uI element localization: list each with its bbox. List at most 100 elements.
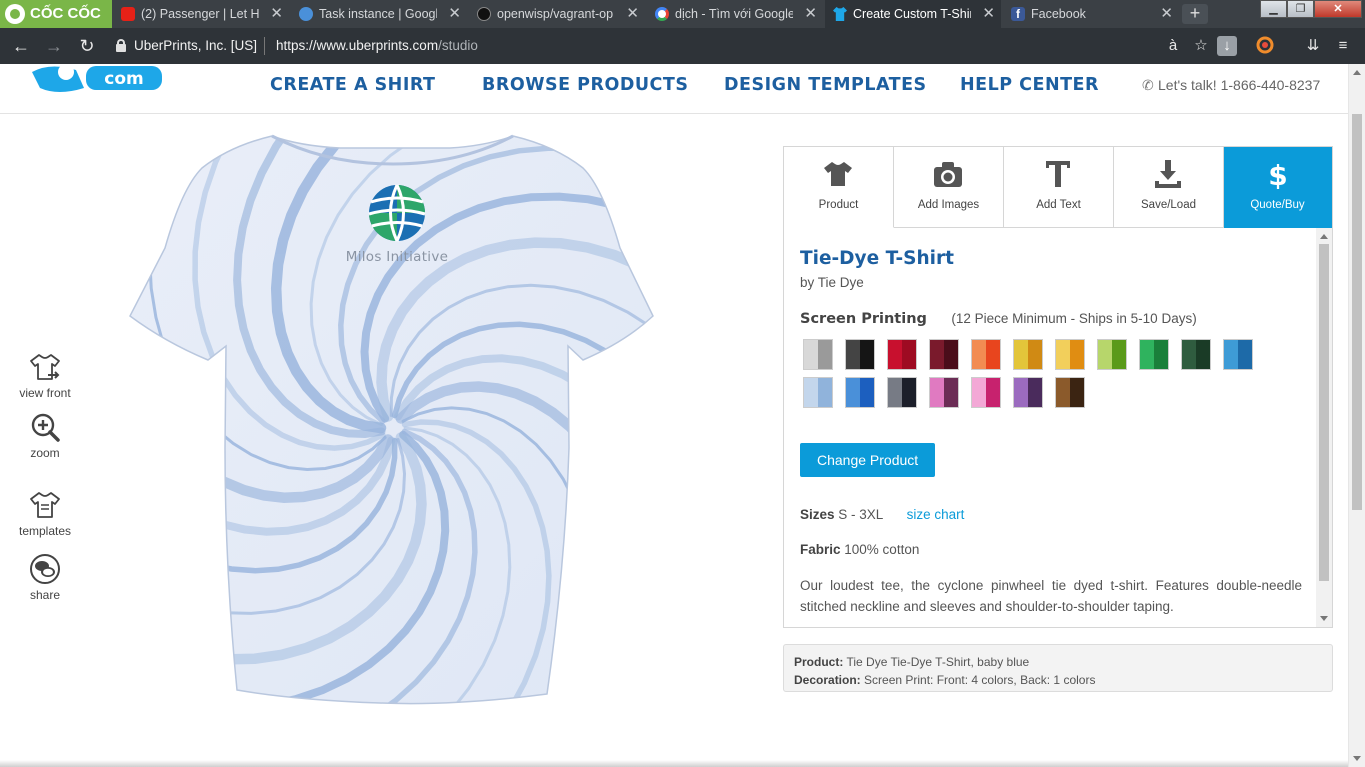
swatch-half [1056,340,1070,369]
close-icon[interactable]: ✕ [270,0,283,28]
minimize-window-button[interactable]: ▁ [1260,0,1287,18]
lock-icon[interactable] [116,39,126,52]
swatch-half [1154,340,1168,369]
color-swatch[interactable] [1139,339,1169,370]
print-method-row: Screen Printing (12 Piece Minimum - Ship… [800,310,1302,328]
uberprints-logo[interactable]: com [30,58,170,96]
nav-design-templates[interactable]: DESIGN TEMPLATES [724,75,927,95]
color-swatch[interactable] [845,377,875,408]
summary-product-value: Tie Dye Tie-Dye T-Shirt, baby blue [846,655,1030,669]
shirt-print-design[interactable]: Milos Initiative [342,184,452,265]
browser-tab[interactable]: dịch - Tìm với Google ✕ [647,0,823,28]
browser-menu-button[interactable]: CỐC CỐC [0,0,112,28]
tab-quote-buy[interactable]: $ Quote/Buy [1224,147,1332,228]
change-product-button[interactable]: Change Product [800,443,936,477]
browser-tab[interactable]: f Facebook ✕ [1003,0,1179,28]
phone-text: Let's talk! 1-866-440-8237 [1158,77,1321,93]
forward-arrow-icon[interactable]: → [43,35,65,57]
swatch-half [1070,378,1084,407]
tshirt-arrow-icon [30,354,60,380]
download-icon[interactable]: ↓ [1217,36,1237,56]
swatch-half [944,340,958,369]
tab-product[interactable]: Product [784,147,894,228]
tshirt-icon [30,492,60,518]
swatch-half [930,378,944,407]
size-chart-link[interactable]: size chart [907,507,965,522]
color-swatch[interactable] [971,339,1001,370]
color-swatch[interactable] [1013,377,1043,408]
browser-tab[interactable]: openwisp/vagrant-op ✕ [469,0,645,28]
swatch-half [972,378,986,407]
panel-scrollbar[interactable] [1316,228,1332,627]
color-swatch[interactable] [1013,339,1043,370]
gear-icon [299,7,313,21]
close-icon[interactable]: ✕ [982,0,995,28]
site-identity-label[interactable]: UberPrints, Inc. [US] [134,38,257,53]
browser-tab[interactable]: Task instance | Google ✕ [291,0,467,28]
close-icon[interactable]: ✕ [1160,0,1173,28]
color-swatch[interactable] [845,339,875,370]
close-icon[interactable]: ✕ [448,0,461,28]
browser-tab[interactable]: (2) Passenger | Let Her ✕ [113,0,289,28]
reload-icon[interactable]: ↻ [76,35,98,57]
address-bar-url[interactable]: https://www.uberprints.com/studio [276,38,478,53]
color-swatch[interactable] [1097,339,1127,370]
tab-label: Quote/Buy [1250,199,1305,211]
color-swatch[interactable] [803,339,833,370]
swatch-half [818,378,832,407]
color-swatch[interactable] [887,339,917,370]
color-swatch[interactable] [887,377,917,408]
panel-scrollbar-thumb[interactable] [1319,244,1329,581]
globe-logo-icon [368,184,426,242]
scroll-up-arrow-icon[interactable] [1320,234,1328,239]
tab-add-text[interactable]: Add Text [1004,147,1114,228]
color-swatch[interactable] [1223,339,1253,370]
swatch-half [1196,340,1210,369]
close-icon[interactable]: ✕ [626,0,639,28]
back-arrow-icon[interactable]: ← [10,35,32,57]
tab-add-images[interactable]: Add Images [894,147,1004,228]
templates-button[interactable]: templates [10,489,80,538]
scroll-up-arrow-icon[interactable] [1353,70,1361,75]
scroll-down-arrow-icon[interactable] [1353,756,1361,761]
bookmark-star-icon[interactable]: ☆ [1191,36,1211,56]
swatch-half [888,340,902,369]
nav-browse-products[interactable]: BROWSE PRODUCTS [482,75,688,95]
view-front-button[interactable]: view front [10,351,80,400]
google-icon [655,7,669,21]
color-swatch[interactable] [1055,377,1085,408]
swatch-half [804,378,818,407]
menu-icon[interactable]: ≡ [1333,36,1353,56]
browser-tab-active[interactable]: Create Custom T-Shirt ✕ [825,0,1001,28]
new-tab-button[interactable]: + [1182,4,1208,24]
phone-contact[interactable]: ✆ Let's talk! 1-866-440-8237 [1142,77,1320,94]
maximize-window-button[interactable]: ❐ [1287,0,1314,18]
text-t-icon [1046,161,1070,187]
color-swatch[interactable] [1055,339,1085,370]
sizes-label: Sizes [800,507,835,522]
product-brand: by Tie Dye [800,275,864,290]
extension-icon[interactable] [1255,36,1275,56]
tab-save-load[interactable]: Save/Load [1114,147,1224,228]
color-swatch[interactable] [1181,339,1211,370]
savior-download-icon[interactable]: ⇊ [1303,36,1323,56]
scrollbar-thumb[interactable] [1352,114,1362,510]
site-header: com CREATE A SHIRT BROWSE PRODUCTS DESIG… [0,64,1365,114]
color-swatch[interactable] [971,377,1001,408]
zoom-button[interactable]: zoom [10,411,80,460]
close-icon[interactable]: ✕ [804,0,817,28]
close-window-button[interactable]: ✕ [1314,0,1362,18]
page-scrollbar[interactable] [1348,64,1365,767]
scroll-down-arrow-icon[interactable] [1320,616,1328,621]
nav-help-center[interactable]: HELP CENTER [960,75,1099,95]
nav-create-a-shirt[interactable]: CREATE A SHIRT [270,75,435,95]
color-swatch[interactable] [803,377,833,408]
translate-icon[interactable]: à [1163,36,1183,56]
swatch-half [1224,340,1238,369]
color-swatch[interactable] [929,339,959,370]
color-swatch[interactable] [929,377,959,408]
swatch-half [804,340,818,369]
swatch-half [1098,340,1112,369]
sizes-value: S - 3XL [838,507,883,522]
share-button[interactable]: share [10,553,80,602]
